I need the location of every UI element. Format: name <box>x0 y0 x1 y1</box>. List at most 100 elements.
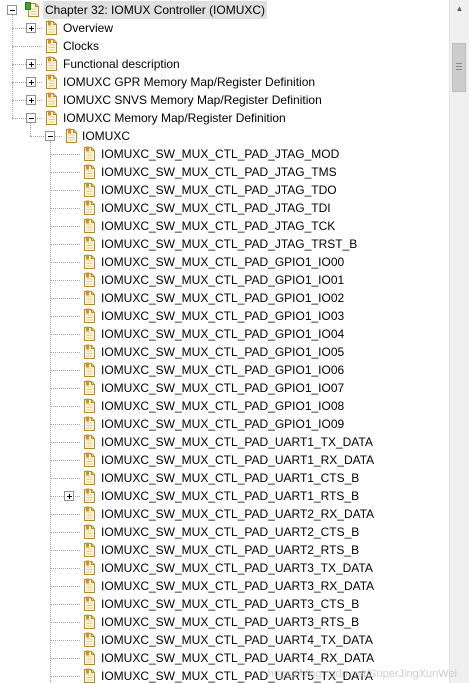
bookmark-label: IOMUXC_SW_MUX_CTL_PAD_UART1_CTS_B <box>101 471 360 485</box>
collapse-expander-icon[interactable] <box>26 113 36 123</box>
bookmark-label: IOMUXC_SW_MUX_CTL_PAD_UART1_RTS_B <box>101 489 360 503</box>
bookmark-register[interactable]: IOMUXC_SW_MUX_CTL_PAD_UART4_RX_DATA <box>0 649 449 667</box>
bookmark-page-icon <box>81 578 97 594</box>
collapse-expander-icon[interactable] <box>45 131 55 141</box>
expand-expander-icon[interactable] <box>26 59 36 69</box>
bookmark-register[interactable]: IOMUXC_SW_MUX_CTL_PAD_JTAG_TDI <box>0 199 449 217</box>
bookmark-label: IOMUXC_SW_MUX_CTL_PAD_GPIO1_IO05 <box>101 345 345 359</box>
bookmark-page-icon <box>81 650 97 666</box>
watermark-text: https://blog.csdn.net/SuperJingXunWei <box>267 668 457 680</box>
collapse-expander-icon[interactable] <box>7 5 17 15</box>
bookmark-page-icon <box>81 308 97 324</box>
bookmark-register[interactable]: IOMUXC_SW_MUX_CTL_PAD_UART1_CTS_B <box>0 469 449 487</box>
bookmark-label: IOMUXC_SW_MUX_CTL_PAD_JTAG_TMS <box>101 165 337 179</box>
bookmark-page-icon <box>81 344 97 360</box>
vertical-scrollbar[interactable]: ▲ <box>449 0 469 683</box>
bookmark-page-icon <box>81 488 97 504</box>
bookmark-page-icon <box>81 272 97 288</box>
bookmark-section[interactable]: IOMUXC SNVS Memory Map/Register Definiti… <box>0 91 449 109</box>
bookmark-page-icon <box>81 290 97 306</box>
bookmark-register[interactable]: IOMUXC_SW_MUX_CTL_PAD_UART2_RX_DATA <box>0 505 449 523</box>
bookmark-label: IOMUXC_SW_MUX_CTL_PAD_JTAG_TCK <box>101 219 336 233</box>
bookmark-page-icon <box>43 56 59 72</box>
bookmark-label: IOMUXC_SW_MUX_CTL_PAD_GPIO1_IO01 <box>101 273 345 287</box>
bookmark-register[interactable]: IOMUXC_SW_MUX_CTL_PAD_JTAG_TRST_B <box>0 235 449 253</box>
bookmark-label: IOMUXC_SW_MUX_CTL_PAD_JTAG_TDO <box>101 183 337 197</box>
scroll-up-arrow-icon[interactable]: ▲ <box>450 0 469 17</box>
bookmark-label: IOMUXC GPR Memory Map/Register Definitio… <box>63 75 316 89</box>
bookmark-page-icon <box>81 614 97 630</box>
bookmark-label: IOMUXC_SW_MUX_CTL_PAD_UART4_TX_DATA <box>101 633 373 647</box>
bookmark-register[interactable]: IOMUXC_SW_MUX_CTL_PAD_JTAG_MOD <box>0 145 449 163</box>
bookmark-label: IOMUXC_SW_MUX_CTL_PAD_GPIO1_IO04 <box>101 327 345 341</box>
bookmark-register[interactable]: IOMUXC_SW_MUX_CTL_PAD_UART2_CTS_B <box>0 523 449 541</box>
bookmarks-tree: Chapter 32: IOMUX Controller (IOMUXC) Ove… <box>0 0 449 683</box>
bookmark-folder-iomuxc[interactable]: IOMUXC <box>0 127 449 145</box>
bookmark-page-icon <box>81 164 97 180</box>
bookmark-page-icon <box>81 506 97 522</box>
bookmark-section[interactable]: Overview <box>0 19 449 37</box>
bookmark-section[interactable]: IOMUXC Memory Map/Register Definition <box>0 109 449 127</box>
bookmark-page-icon <box>43 20 59 36</box>
bookmark-label: IOMUXC SNVS Memory Map/Register Definiti… <box>63 93 322 107</box>
bookmark-page-icon <box>81 434 97 450</box>
bookmark-page-icon <box>81 542 97 558</box>
bookmark-label: IOMUXC_SW_MUX_CTL_PAD_JTAG_MOD <box>101 147 340 161</box>
bookmark-label: Overview <box>63 21 114 35</box>
expand-expander-icon[interactable] <box>64 491 74 501</box>
bookmark-register[interactable]: IOMUXC_SW_MUX_CTL_PAD_UART3_RTS_B <box>0 613 449 631</box>
bookmark-label: IOMUXC_SW_MUX_CTL_PAD_UART1_TX_DATA <box>101 435 373 449</box>
bookmark-label: IOMUXC_SW_MUX_CTL_PAD_GPIO1_IO08 <box>101 399 345 413</box>
bookmark-page-icon <box>43 110 59 126</box>
bookmark-register[interactable]: IOMUXC_SW_MUX_CTL_PAD_UART3_RX_DATA <box>0 577 449 595</box>
bookmark-page-icon <box>81 200 97 216</box>
book-page-icon <box>25 2 41 18</box>
bookmark-register[interactable]: IOMUXC_SW_MUX_CTL_PAD_GPIO1_IO00 <box>0 253 449 271</box>
bookmark-register[interactable]: IOMUXC_SW_MUX_CTL_PAD_GPIO1_IO04 <box>0 325 449 343</box>
scrollbar-thumb[interactable] <box>452 43 466 92</box>
bookmark-label: Chapter 32: IOMUX Controller (IOMUXC) <box>43 1 268 19</box>
bookmark-register[interactable]: IOMUXC_SW_MUX_CTL_PAD_UART1_TX_DATA <box>0 433 449 451</box>
bookmark-register[interactable]: IOMUXC_SW_MUX_CTL_PAD_JTAG_TMS <box>0 163 449 181</box>
expand-expander-icon[interactable] <box>26 23 36 33</box>
bookmark-register[interactable]: IOMUXC_SW_MUX_CTL_PAD_GPIO1_IO05 <box>0 343 449 361</box>
bookmark-page-icon <box>43 74 59 90</box>
bookmark-register[interactable]: IOMUXC_SW_MUX_CTL_PAD_UART4_TX_DATA <box>0 631 449 649</box>
bookmark-register[interactable]: IOMUXC_SW_MUX_CTL_PAD_GPIO1_IO01 <box>0 271 449 289</box>
bookmark-register[interactable]: IOMUXC_SW_MUX_CTL_PAD_GPIO1_IO07 <box>0 379 449 397</box>
bookmark-register[interactable]: IOMUXC_SW_MUX_CTL_PAD_GPIO1_IO08 <box>0 397 449 415</box>
bookmark-register[interactable]: IOMUXC_SW_MUX_CTL_PAD_UART3_CTS_B <box>0 595 449 613</box>
bookmark-label: IOMUXC_SW_MUX_CTL_PAD_UART3_RX_DATA <box>101 579 375 593</box>
bookmark-label: IOMUXC <box>82 129 130 143</box>
bookmark-section[interactable]: IOMUXC GPR Memory Map/Register Definitio… <box>0 73 449 91</box>
bookmark-page-icon <box>81 398 97 414</box>
bookmark-label: IOMUXC_SW_MUX_CTL_PAD_GPIO1_IO09 <box>101 417 345 431</box>
bookmark-page-icon <box>81 236 97 252</box>
bookmark-label: IOMUXC_SW_MUX_CTL_PAD_JTAG_TRST_B <box>101 237 358 251</box>
bookmark-page-icon <box>81 668 97 683</box>
bookmark-page-icon <box>81 146 97 162</box>
bookmark-chapter-32[interactable]: Chapter 32: IOMUX Controller (IOMUXC) <box>0 1 449 19</box>
bookmark-register[interactable]: IOMUXC_SW_MUX_CTL_PAD_UART1_RX_DATA <box>0 451 449 469</box>
bookmark-register[interactable]: IOMUXC_SW_MUX_CTL_PAD_GPIO1_IO02 <box>0 289 449 307</box>
bookmark-page-icon <box>43 92 59 108</box>
bookmark-register[interactable]: IOMUXC_SW_MUX_CTL_PAD_GPIO1_IO06 <box>0 361 449 379</box>
bookmark-section[interactable]: Clocks <box>0 37 449 55</box>
bookmark-label: Clocks <box>63 39 100 53</box>
bookmark-label: IOMUXC_SW_MUX_CTL_PAD_UART2_RX_DATA <box>101 507 375 521</box>
expand-expander-icon[interactable] <box>26 95 36 105</box>
bookmark-page-icon <box>81 524 97 540</box>
bookmark-register[interactable]: IOMUXC_SW_MUX_CTL_PAD_GPIO1_IO09 <box>0 415 449 433</box>
bookmark-register[interactable]: IOMUXC_SW_MUX_CTL_PAD_UART3_TX_DATA <box>0 559 449 577</box>
bookmark-register[interactable]: IOMUXC_SW_MUX_CTL_PAD_JTAG_TCK <box>0 217 449 235</box>
bookmark-page-icon <box>81 326 97 342</box>
bookmark-label: IOMUXC Memory Map/Register Definition <box>63 111 286 125</box>
bookmark-page-icon <box>43 38 59 54</box>
bookmark-section[interactable]: Functional description <box>0 55 449 73</box>
expand-expander-icon[interactable] <box>26 77 36 87</box>
bookmark-register[interactable]: IOMUXC_SW_MUX_CTL_PAD_JTAG_TDO <box>0 181 449 199</box>
bookmark-register[interactable]: IOMUXC_SW_MUX_CTL_PAD_UART2_RTS_B <box>0 541 449 559</box>
bookmark-page-icon <box>81 470 97 486</box>
bookmark-label: IOMUXC_SW_MUX_CTL_PAD_GPIO1_IO07 <box>101 381 345 395</box>
bookmark-register[interactable]: IOMUXC_SW_MUX_CTL_PAD_GPIO1_IO03 <box>0 307 449 325</box>
